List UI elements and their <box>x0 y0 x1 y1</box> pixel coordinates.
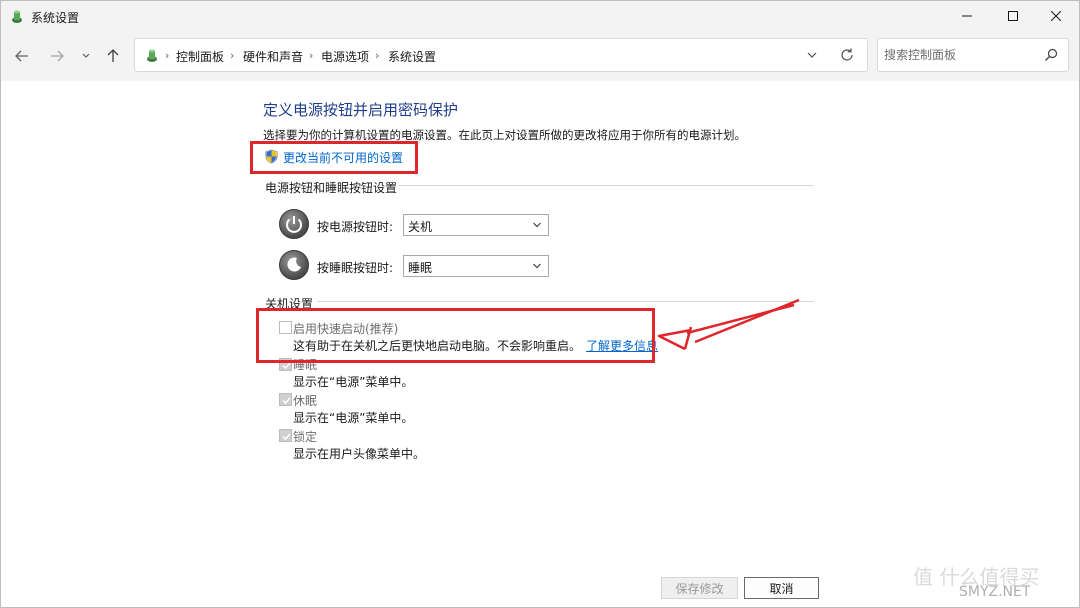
sleep-button-icon <box>279 250 309 280</box>
power-button-action-select[interactable]: 关机 <box>403 214 549 236</box>
back-button[interactable] <box>10 44 34 68</box>
arrow-up-icon <box>107 49 119 62</box>
breadcrumb-power-options[interactable]: 电源选项 <box>321 48 369 65</box>
chevron-down-icon <box>533 222 541 228</box>
arrow-left-icon <box>15 50 28 62</box>
sleep-button-label: 按睡眠按钮时: <box>317 261 394 275</box>
breadcrumb-separator-icon: › <box>375 49 380 62</box>
power-button-icon <box>279 209 309 239</box>
sleep-menu-description: 显示在“电源”菜单中。 <box>293 375 414 389</box>
search-input[interactable] <box>884 46 1034 64</box>
window-title: 系统设置 <box>31 11 80 25</box>
up-button[interactable] <box>101 44 125 68</box>
lock-menu-label: 锁定 <box>293 430 318 444</box>
checkmark-icon <box>282 433 291 441</box>
arrow-right-icon <box>51 50 64 62</box>
hibernate-menu-label: 休眠 <box>293 394 318 408</box>
save-changes-button[interactable]: 保存修改 <box>661 577 738 599</box>
close-icon <box>1051 11 1061 21</box>
page-title: 定义电源按钮并启用密码保护 <box>263 101 459 119</box>
search-box[interactable] <box>877 38 1069 72</box>
chevron-down-icon <box>533 263 541 269</box>
breadcrumb-hardware-sound[interactable]: 硬件和声音 <box>243 48 303 65</box>
breadcrumb-control-panel[interactable]: 控制面板 <box>176 48 224 65</box>
minimize-icon <box>962 15 972 17</box>
breadcrumb-separator-icon: › <box>165 49 170 62</box>
breadcrumb-system-settings[interactable]: 系统设置 <box>388 48 436 65</box>
refresh-icon[interactable] <box>839 47 855 63</box>
lock-menu-description: 显示在用户头像菜单中。 <box>293 447 426 461</box>
search-icon[interactable] <box>1044 48 1058 62</box>
title-bar: 系统设置 <box>1 1 1079 31</box>
cancel-button[interactable]: 取消 <box>744 577 819 599</box>
section-divider <box>399 185 814 186</box>
system-settings-window: 系统设置 › 控制面板 › 硬件和声音 › 电源选项 › 系统设置 搜索控制面板… <box>0 0 1080 608</box>
recent-locations-button[interactable] <box>74 44 98 68</box>
control-panel-icon <box>147 49 157 62</box>
watermark-subtext: SMYZ.NET <box>959 584 1031 600</box>
checkmark-icon <box>282 397 291 405</box>
forward-button[interactable] <box>45 44 69 68</box>
navigation-bar: › 控制面板 › 硬件和声音 › 电源选项 › 系统设置 <box>1 31 1079 81</box>
annotation-box-change-link <box>250 141 418 174</box>
breadcrumb-separator-icon: › <box>230 49 235 62</box>
power-button-action-value: 关机 <box>408 220 433 234</box>
breadcrumb-separator-icon: › <box>309 49 314 62</box>
hibernate-menu-checkbox[interactable] <box>279 393 292 406</box>
maximize-icon <box>1008 11 1018 21</box>
annotation-box-fast-startup <box>256 308 655 363</box>
hibernate-menu-description: 显示在“电源”菜单中。 <box>293 411 414 425</box>
sleep-button-action-select[interactable]: 睡眠 <box>403 255 549 277</box>
sleep-button-action-value: 睡眠 <box>408 261 433 275</box>
close-button[interactable] <box>1033 1 1079 31</box>
address-bar[interactable]: › 控制面板 › 硬件和声音 › 电源选项 › 系统设置 <box>134 38 868 72</box>
lock-menu-checkbox[interactable] <box>279 429 292 442</box>
power-button-label: 按电源按钮时: <box>317 220 394 234</box>
annotation-arrow-icon <box>657 298 800 351</box>
minimize-button[interactable] <box>944 1 990 31</box>
control-panel-icon <box>12 10 22 23</box>
maximize-button[interactable] <box>990 1 1036 31</box>
chevron-down-icon <box>82 53 90 58</box>
chevron-down-icon[interactable] <box>805 48 819 62</box>
power-buttons-section-title: 电源按钮和睡眠按钮设置 <box>265 181 398 195</box>
